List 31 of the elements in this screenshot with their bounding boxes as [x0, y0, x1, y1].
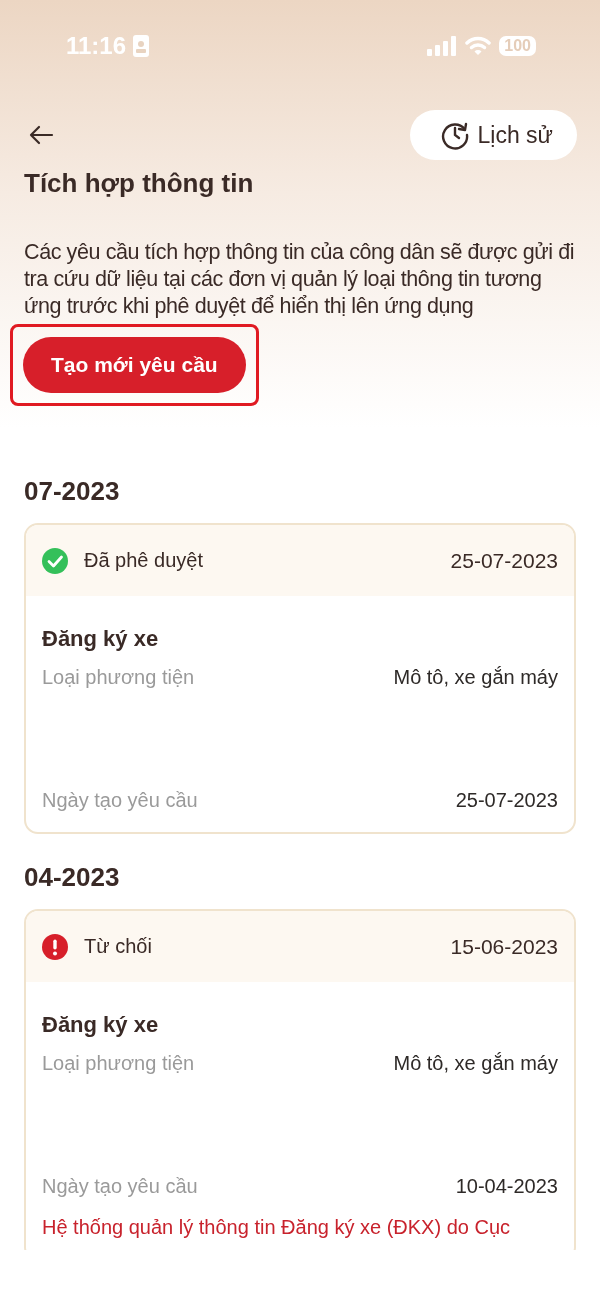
status-label: Đã phê duyệt [84, 549, 204, 572]
month-heading: 07-2023 [24, 476, 121, 507]
month-heading: 04-2023 [24, 862, 121, 893]
field-value: Mô tô, xe gắn máy [393, 666, 558, 689]
status-date: 25-07-2023 [450, 548, 558, 573]
status-date: 15-06-2023 [450, 934, 558, 959]
rejection-note: Hệ thống quản lý thông tin Đăng ký xe (ĐKX) do Cục [42, 1216, 512, 1239]
field-label: Loại phương tiện [42, 666, 195, 689]
request-title: Đăng ký xe [42, 626, 160, 652]
page-title: Tích hợp thông tin [24, 168, 255, 199]
request-card[interactable]: Từ chối 15-06-2023 Đăng ký xe Loại phương tiện Mô tô, xe gắn máy Ngày tạo yêu cầu 10-04-2023 Hệ thống quản lý thông tin Đăng ký xe (ĐKX) do Cục [24, 909, 576, 1250]
field-label: Loại phương tiện [42, 1052, 195, 1075]
history-icon [439, 120, 470, 150]
description-text: Các yêu cầu tích hợp thông tin của công dân sẽ được gửi đi tra cứu dữ liệu tại các đơn vị quản lý loại thông tin tương ứng trước khi phê duyệt để hiển thị lên ứng dụng [24, 239, 576, 320]
back-arrow-icon [28, 125, 54, 145]
field-value: 25-07-2023 [455, 789, 558, 812]
battery-indicator: 100 [499, 36, 536, 56]
request-card[interactable]: Đã phê duyệt 25-07-2023 Đăng ký xe Loại phương tiện Mô tô, xe gắn máy Ngày tạo yêu cầu 25-07-2023 [24, 523, 576, 834]
wifi-icon [465, 36, 492, 56]
signal-icon [427, 36, 458, 56]
badge-icon [133, 35, 150, 57]
create-request-button[interactable]: Tạo mới yêu cầu [23, 337, 246, 393]
approved-check-icon [42, 547, 68, 574]
history-button[interactable]: Lịch sử [409, 110, 577, 160]
field-value: 10-04-2023 [455, 1175, 558, 1198]
request-title: Đăng ký xe [42, 1012, 160, 1038]
status-label: Từ chối [84, 935, 153, 958]
rejected-alert-icon [42, 933, 68, 960]
field-value: Mô tô, xe gắn máy [393, 1052, 558, 1075]
field-label: Ngày tạo yêu cầu [42, 1175, 198, 1198]
field-label: Ngày tạo yêu cầu [42, 789, 198, 812]
